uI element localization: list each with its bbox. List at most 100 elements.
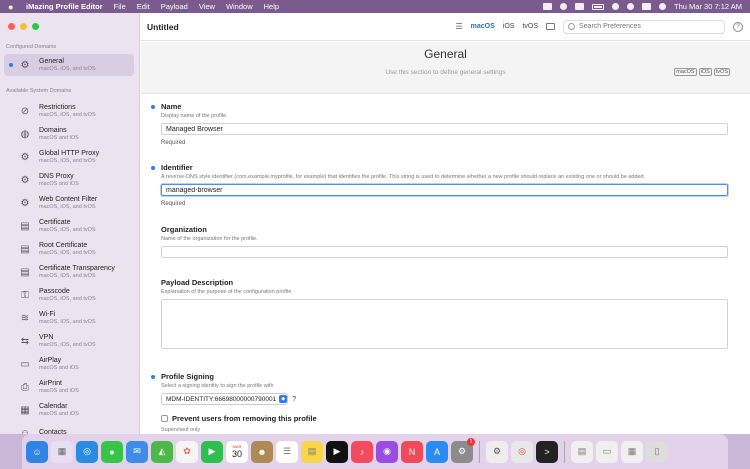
control-center-icon[interactable] xyxy=(642,3,652,10)
maps-icon[interactable]: ◭ xyxy=(151,440,173,463)
supervised-only-note: Supervised only xyxy=(161,427,201,433)
zoom-window-button[interactable] xyxy=(32,23,39,30)
apple-menu-icon[interactable]: ● xyxy=(8,2,18,12)
app-store-icon[interactable]: A xyxy=(426,440,448,463)
imazing-profile-editor-icon[interactable]: ⚙ xyxy=(486,440,508,463)
sidebar-item-contacts[interactable]: ☺ Contacts xyxy=(4,422,134,435)
payload-description-group: Payload Description Explanation of the p… xyxy=(161,278,731,349)
siri-icon[interactable] xyxy=(659,3,667,10)
minimize-window-button[interactable] xyxy=(20,23,27,30)
wifi-icon: ≋ xyxy=(20,312,30,324)
sidebar-item-certificate[interactable]: ▤ Certificate macOS, iOS, and tvOS xyxy=(4,215,134,237)
toolbar: Untitled ☰ macOS iOS tvOS ? xyxy=(141,13,750,41)
list-icon[interactable]: ☰ xyxy=(455,22,462,31)
display-icon[interactable] xyxy=(575,3,585,10)
sidebar-item-general[interactable]: ⚙ General macOS, iOS, and tvOS xyxy=(4,54,134,76)
dock-divider xyxy=(564,440,565,463)
payload-description-textarea[interactable] xyxy=(161,299,728,349)
battery-icon[interactable] xyxy=(592,3,605,10)
record-icon[interactable] xyxy=(560,3,568,10)
sidebar-item-certificate-transparency[interactable]: ▤ Certificate Transparency macOS, iOS, and… xyxy=(4,261,134,283)
help-button[interactable]: ? xyxy=(733,21,743,32)
required-dot xyxy=(151,166,155,170)
system-preferences-icon[interactable]: ⚙ 1 xyxy=(451,437,475,463)
sidebar-item-passcode[interactable]: ⚿ Passcode macOS, iOS, and tvOS xyxy=(4,284,134,306)
identifier-input[interactable] xyxy=(166,186,723,194)
sidebar-item-title: Web Content Filter xyxy=(39,196,98,204)
signing-help-button[interactable]: ? xyxy=(292,396,296,403)
required-dot xyxy=(151,375,155,379)
sidebar-item-wi-fi[interactable]: ≋ Wi-Fi macOS, iOS, and tvOS xyxy=(4,307,134,329)
system-domains-label: Available System Domains xyxy=(6,88,72,94)
reminders-icon[interactable]: ☰ xyxy=(276,440,298,463)
sidebar-toggle-icon[interactable] xyxy=(546,23,555,30)
sidebar-item-airprint[interactable]: ⎙ AirPrint macOS and iOS xyxy=(4,376,134,398)
tab-macos[interactable]: macOS xyxy=(471,23,495,30)
menu-file[interactable]: File xyxy=(114,2,126,11)
filter-icon: ⚙ xyxy=(20,197,30,209)
spotlight-icon[interactable] xyxy=(627,3,635,10)
news-icon[interactable]: N xyxy=(401,440,423,463)
contacts-app-icon[interactable]: ☻ xyxy=(251,440,273,463)
menu-help[interactable]: Help xyxy=(264,2,279,11)
organization-input[interactable] xyxy=(161,246,728,258)
close-window-button[interactable] xyxy=(8,23,15,30)
sidebar-item-root-certificate[interactable]: ▤ Root Certificate macOS, iOS, and tvOS xyxy=(4,238,134,260)
tv-icon[interactable]: ▶ xyxy=(326,440,348,463)
menu-payload[interactable]: Payload xyxy=(161,2,188,11)
search-field[interactable] xyxy=(563,19,725,34)
search-input[interactable] xyxy=(579,23,719,30)
sidebar-item-domains[interactable]: ◍ Domains macOS and iOS xyxy=(4,123,134,145)
sidebar-item-calendar[interactable]: ▦ Calendar macOS and iOS xyxy=(4,399,134,421)
sidebar-item-title: Global HTTP Proxy xyxy=(39,150,100,158)
music-icon[interactable]: ♪ xyxy=(351,440,373,463)
photos-icon[interactable]: ✿ xyxy=(176,440,198,463)
prevent-removal-checkbox[interactable] xyxy=(161,415,168,422)
notes-icon[interactable]: ▤ xyxy=(301,440,323,463)
download-icon[interactable]: ▦ xyxy=(621,440,643,463)
vpn-icon: ⇆ xyxy=(20,335,30,347)
identifier-label: Identifier xyxy=(161,163,193,172)
facetime-icon[interactable]: ▶ xyxy=(201,440,223,463)
tab-ios[interactable]: iOS xyxy=(503,23,515,30)
identifier-field-group: Identifier A reverse-DNS style identifie… xyxy=(151,163,731,207)
sidebar-item-vpn[interactable]: ⇆ VPN macOS, iOS, and tvOS xyxy=(4,330,134,352)
chrome-icon[interactable]: ◎ xyxy=(511,440,533,463)
safari-icon[interactable]: ◎ xyxy=(76,440,98,463)
name-field[interactable] xyxy=(161,123,728,135)
sidebar-item-global-http-proxy[interactable]: ⚙ Global HTTP Proxy macOS, iOS, and tvOS xyxy=(4,146,134,168)
name-input[interactable] xyxy=(166,125,723,133)
screenshot-icon[interactable]: ▭ xyxy=(596,440,618,463)
sidebar-item-airplay[interactable]: ▭ AirPlay macOS and iOS xyxy=(4,353,134,375)
app-menu[interactable]: iMazing Profile Editor xyxy=(26,2,103,11)
wifi-status-icon[interactable] xyxy=(612,3,620,10)
tab-tvos[interactable]: tvOS xyxy=(522,23,538,30)
sidebar-item-title: Passcode xyxy=(39,288,70,296)
signing-identity-select[interactable]: MDM-IDENTITY:66698000000790001 ◆ xyxy=(161,393,289,405)
identifier-required: Required xyxy=(161,201,186,207)
profile-signing-label: Profile Signing xyxy=(161,372,214,381)
identifier-field[interactable] xyxy=(161,184,728,196)
messages-icon[interactable]: ● xyxy=(101,440,123,463)
sidebar-item-dns-proxy[interactable]: ⚙ DNS Proxy macOS and iOS xyxy=(4,169,134,191)
sidebar-item-web-content-filter[interactable]: ⚙ Web Content Filter macOS, iOS, and tvOS xyxy=(4,192,134,214)
mail-icon[interactable]: ✉ xyxy=(126,440,148,463)
launchpad-icon[interactable]: ▦ xyxy=(51,440,73,463)
sidebar: Configured Domains ⚙ General macOS, iOS,… xyxy=(0,13,140,434)
menu-edit[interactable]: Edit xyxy=(137,2,150,11)
finder-icon[interactable]: ☺ xyxy=(26,440,48,463)
menu-view[interactable]: View xyxy=(199,2,215,11)
trash-icon[interactable]: ▯ xyxy=(646,440,668,463)
name-label: Name xyxy=(161,102,182,111)
sidebar-item-title: VPN xyxy=(39,334,54,342)
sidebar-item-restrictions[interactable]: ⊘ Restrictions macOS, iOS, and tvOS xyxy=(4,100,134,122)
menu-window[interactable]: Window xyxy=(226,2,253,11)
terminal-icon[interactable]: > xyxy=(536,440,558,463)
clock[interactable]: Thu Mar 30 7:12 AM xyxy=(674,2,742,11)
podcasts-icon[interactable]: ◉ xyxy=(376,440,398,463)
document-icon[interactable]: ▤ xyxy=(571,440,593,463)
name-description: Display name of the profile. xyxy=(161,113,228,119)
sidebar-item-subtitle: macOS and iOS xyxy=(39,364,79,371)
calendar-app-icon[interactable]: MAR 30 xyxy=(226,440,248,463)
status-icon[interactable] xyxy=(543,3,553,10)
